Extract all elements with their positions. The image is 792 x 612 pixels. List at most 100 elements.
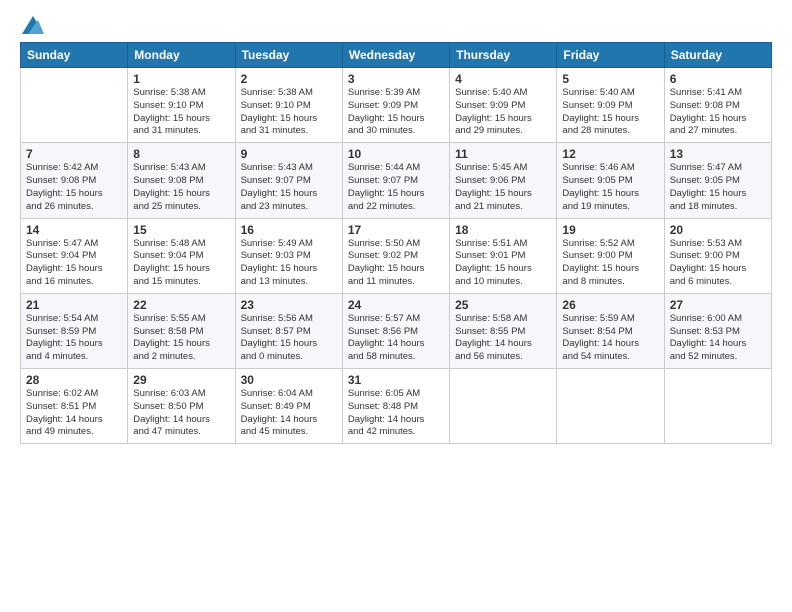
- calendar-cell: 27Sunrise: 6:00 AM Sunset: 8:53 PM Dayli…: [664, 293, 771, 368]
- calendar-cell: 26Sunrise: 5:59 AM Sunset: 8:54 PM Dayli…: [557, 293, 664, 368]
- day-number: 28: [26, 373, 122, 387]
- calendar-cell: 16Sunrise: 5:49 AM Sunset: 9:03 PM Dayli…: [235, 218, 342, 293]
- col-thursday: Thursday: [450, 43, 557, 68]
- calendar-cell: 3Sunrise: 5:39 AM Sunset: 9:09 PM Daylig…: [342, 68, 449, 143]
- calendar-table: Sunday Monday Tuesday Wednesday Thursday…: [20, 42, 772, 444]
- calendar-week-row: 21Sunrise: 5:54 AM Sunset: 8:59 PM Dayli…: [21, 293, 772, 368]
- day-info: Sunrise: 5:40 AM Sunset: 9:09 PM Dayligh…: [455, 87, 551, 138]
- header: [20, 16, 772, 34]
- calendar-cell: 19Sunrise: 5:52 AM Sunset: 9:00 PM Dayli…: [557, 218, 664, 293]
- day-info: Sunrise: 5:59 AM Sunset: 8:54 PM Dayligh…: [562, 313, 658, 364]
- day-number: 17: [348, 223, 444, 237]
- calendar-cell: 20Sunrise: 5:53 AM Sunset: 9:00 PM Dayli…: [664, 218, 771, 293]
- calendar-cell: 22Sunrise: 5:55 AM Sunset: 8:58 PM Dayli…: [128, 293, 235, 368]
- day-number: 4: [455, 72, 551, 86]
- calendar-week-row: 14Sunrise: 5:47 AM Sunset: 9:04 PM Dayli…: [21, 218, 772, 293]
- day-info: Sunrise: 5:52 AM Sunset: 9:00 PM Dayligh…: [562, 238, 658, 289]
- day-number: 20: [670, 223, 766, 237]
- calendar-cell: 9Sunrise: 5:43 AM Sunset: 9:07 PM Daylig…: [235, 143, 342, 218]
- calendar-cell: 29Sunrise: 6:03 AM Sunset: 8:50 PM Dayli…: [128, 369, 235, 444]
- calendar-cell: [557, 369, 664, 444]
- day-info: Sunrise: 5:55 AM Sunset: 8:58 PM Dayligh…: [133, 313, 229, 364]
- day-number: 9: [241, 147, 337, 161]
- logo-icon: [22, 16, 44, 34]
- day-info: Sunrise: 5:53 AM Sunset: 9:00 PM Dayligh…: [670, 238, 766, 289]
- day-number: 11: [455, 147, 551, 161]
- calendar-cell: 11Sunrise: 5:45 AM Sunset: 9:06 PM Dayli…: [450, 143, 557, 218]
- day-info: Sunrise: 5:39 AM Sunset: 9:09 PM Dayligh…: [348, 87, 444, 138]
- calendar-cell: 10Sunrise: 5:44 AM Sunset: 9:07 PM Dayli…: [342, 143, 449, 218]
- day-number: 5: [562, 72, 658, 86]
- day-number: 8: [133, 147, 229, 161]
- calendar-cell: 23Sunrise: 5:56 AM Sunset: 8:57 PM Dayli…: [235, 293, 342, 368]
- calendar-cell: 30Sunrise: 6:04 AM Sunset: 8:49 PM Dayli…: [235, 369, 342, 444]
- calendar-cell: 18Sunrise: 5:51 AM Sunset: 9:01 PM Dayli…: [450, 218, 557, 293]
- day-info: Sunrise: 6:05 AM Sunset: 8:48 PM Dayligh…: [348, 388, 444, 439]
- day-info: Sunrise: 6:00 AM Sunset: 8:53 PM Dayligh…: [670, 313, 766, 364]
- day-number: 29: [133, 373, 229, 387]
- calendar-header-row: Sunday Monday Tuesday Wednesday Thursday…: [21, 43, 772, 68]
- day-number: 31: [348, 373, 444, 387]
- day-number: 19: [562, 223, 658, 237]
- day-info: Sunrise: 5:38 AM Sunset: 9:10 PM Dayligh…: [241, 87, 337, 138]
- day-info: Sunrise: 5:58 AM Sunset: 8:55 PM Dayligh…: [455, 313, 551, 364]
- calendar-cell: 31Sunrise: 6:05 AM Sunset: 8:48 PM Dayli…: [342, 369, 449, 444]
- day-info: Sunrise: 6:03 AM Sunset: 8:50 PM Dayligh…: [133, 388, 229, 439]
- calendar-cell: [21, 68, 128, 143]
- day-number: 30: [241, 373, 337, 387]
- col-sunday: Sunday: [21, 43, 128, 68]
- col-tuesday: Tuesday: [235, 43, 342, 68]
- calendar-cell: 5Sunrise: 5:40 AM Sunset: 9:09 PM Daylig…: [557, 68, 664, 143]
- day-info: Sunrise: 5:50 AM Sunset: 9:02 PM Dayligh…: [348, 238, 444, 289]
- day-number: 14: [26, 223, 122, 237]
- calendar-cell: 4Sunrise: 5:40 AM Sunset: 9:09 PM Daylig…: [450, 68, 557, 143]
- day-info: Sunrise: 5:47 AM Sunset: 9:05 PM Dayligh…: [670, 162, 766, 213]
- day-info: Sunrise: 5:54 AM Sunset: 8:59 PM Dayligh…: [26, 313, 122, 364]
- day-number: 24: [348, 298, 444, 312]
- calendar-cell: 14Sunrise: 5:47 AM Sunset: 9:04 PM Dayli…: [21, 218, 128, 293]
- day-number: 2: [241, 72, 337, 86]
- day-info: Sunrise: 5:42 AM Sunset: 9:08 PM Dayligh…: [26, 162, 122, 213]
- day-info: Sunrise: 5:46 AM Sunset: 9:05 PM Dayligh…: [562, 162, 658, 213]
- day-info: Sunrise: 5:43 AM Sunset: 9:07 PM Dayligh…: [241, 162, 337, 213]
- col-wednesday: Wednesday: [342, 43, 449, 68]
- calendar-cell: 17Sunrise: 5:50 AM Sunset: 9:02 PM Dayli…: [342, 218, 449, 293]
- calendar-cell: 2Sunrise: 5:38 AM Sunset: 9:10 PM Daylig…: [235, 68, 342, 143]
- day-number: 21: [26, 298, 122, 312]
- col-friday: Friday: [557, 43, 664, 68]
- calendar-week-row: 28Sunrise: 6:02 AM Sunset: 8:51 PM Dayli…: [21, 369, 772, 444]
- calendar-cell: 24Sunrise: 5:57 AM Sunset: 8:56 PM Dayli…: [342, 293, 449, 368]
- day-info: Sunrise: 5:44 AM Sunset: 9:07 PM Dayligh…: [348, 162, 444, 213]
- day-info: Sunrise: 5:38 AM Sunset: 9:10 PM Dayligh…: [133, 87, 229, 138]
- calendar-week-row: 1Sunrise: 5:38 AM Sunset: 9:10 PM Daylig…: [21, 68, 772, 143]
- col-monday: Monday: [128, 43, 235, 68]
- day-info: Sunrise: 5:51 AM Sunset: 9:01 PM Dayligh…: [455, 238, 551, 289]
- day-number: 1: [133, 72, 229, 86]
- calendar-cell: 15Sunrise: 5:48 AM Sunset: 9:04 PM Dayli…: [128, 218, 235, 293]
- day-number: 6: [670, 72, 766, 86]
- day-number: 23: [241, 298, 337, 312]
- day-info: Sunrise: 5:56 AM Sunset: 8:57 PM Dayligh…: [241, 313, 337, 364]
- day-info: Sunrise: 5:57 AM Sunset: 8:56 PM Dayligh…: [348, 313, 444, 364]
- calendar-cell: 6Sunrise: 5:41 AM Sunset: 9:08 PM Daylig…: [664, 68, 771, 143]
- calendar-cell: 25Sunrise: 5:58 AM Sunset: 8:55 PM Dayli…: [450, 293, 557, 368]
- day-number: 15: [133, 223, 229, 237]
- day-number: 16: [241, 223, 337, 237]
- page: Sunday Monday Tuesday Wednesday Thursday…: [0, 0, 792, 612]
- day-info: Sunrise: 5:41 AM Sunset: 9:08 PM Dayligh…: [670, 87, 766, 138]
- calendar-cell: 12Sunrise: 5:46 AM Sunset: 9:05 PM Dayli…: [557, 143, 664, 218]
- calendar-cell: 8Sunrise: 5:43 AM Sunset: 9:08 PM Daylig…: [128, 143, 235, 218]
- calendar-cell: 28Sunrise: 6:02 AM Sunset: 8:51 PM Dayli…: [21, 369, 128, 444]
- calendar-cell: 1Sunrise: 5:38 AM Sunset: 9:10 PM Daylig…: [128, 68, 235, 143]
- day-info: Sunrise: 6:02 AM Sunset: 8:51 PM Dayligh…: [26, 388, 122, 439]
- logo: [20, 16, 44, 34]
- day-info: Sunrise: 5:48 AM Sunset: 9:04 PM Dayligh…: [133, 238, 229, 289]
- calendar-cell: 7Sunrise: 5:42 AM Sunset: 9:08 PM Daylig…: [21, 143, 128, 218]
- day-number: 27: [670, 298, 766, 312]
- calendar-cell: [664, 369, 771, 444]
- day-number: 7: [26, 147, 122, 161]
- day-number: 10: [348, 147, 444, 161]
- day-info: Sunrise: 5:47 AM Sunset: 9:04 PM Dayligh…: [26, 238, 122, 289]
- day-number: 22: [133, 298, 229, 312]
- calendar-week-row: 7Sunrise: 5:42 AM Sunset: 9:08 PM Daylig…: [21, 143, 772, 218]
